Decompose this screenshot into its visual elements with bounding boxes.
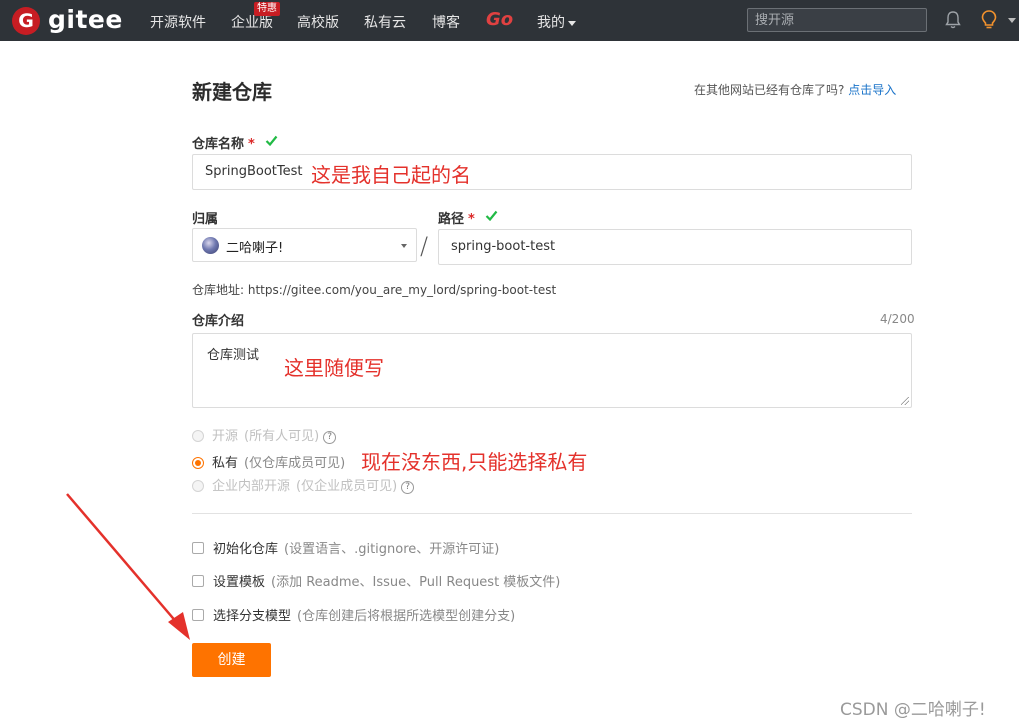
help-icon[interactable]: ? [323, 431, 337, 444]
path-input[interactable]: spring-boot-test [438, 229, 912, 265]
bell-icon[interactable] [944, 10, 962, 30]
import-hint-text: 在其他网站已经有仓库了吗? [694, 83, 845, 97]
nav-mine-menu[interactable]: 我的 [537, 12, 576, 32]
option-init-note: (设置语言、.gitignore、开源许可证) [284, 542, 500, 557]
nav-go[interactable]: Go [486, 9, 513, 30]
check-icon [485, 210, 498, 221]
annotation-visibility-note: 现在没东西,只能选择私有 [361, 450, 588, 474]
nav-mine-label: 我的 [537, 15, 565, 31]
option-branch-note: (仓库创建后将根据所选模型创建分支) [297, 609, 516, 624]
import-hint: 在其他网站已经有仓库了吗? 点击导入 [694, 81, 896, 98]
watermark: CSDN @二哈喇子! [840, 700, 986, 720]
nav-blog[interactable]: 博客 [432, 12, 460, 32]
search-input[interactable] [755, 9, 919, 31]
chevron-down-icon [568, 20, 576, 26]
path-label: 路径 * [438, 208, 475, 227]
chevron-down-icon[interactable] [1008, 18, 1016, 23]
option-template-note: (添加 Readme、Issue、Pull Request 模板文件) [271, 575, 561, 590]
lightbulb-icon[interactable] [980, 9, 998, 31]
chevron-down-icon [401, 244, 407, 248]
nav-university[interactable]: 高校版 [297, 12, 339, 32]
annotation-arrow [66, 493, 190, 640]
annotation-name-note: 这是我自己起的名 [311, 163, 471, 187]
required-mark: * [468, 212, 475, 227]
divider [192, 513, 912, 514]
visibility-internal-note: (仅企业成员可见) [296, 479, 398, 494]
path-separator: / [420, 232, 429, 260]
help-icon[interactable]: ? [401, 481, 415, 494]
resize-handle[interactable] [901, 397, 909, 405]
repo-name-input[interactable]: SpringBootTest [192, 154, 912, 190]
path-value: spring-boot-test [451, 239, 556, 254]
import-link[interactable]: 点击导入 [848, 83, 896, 97]
description-counter: 4/200 [880, 312, 915, 326]
nav-private-cloud[interactable]: 私有云 [364, 12, 406, 32]
search-box[interactable] [747, 8, 927, 32]
path-label-text: 路径 [438, 212, 465, 227]
